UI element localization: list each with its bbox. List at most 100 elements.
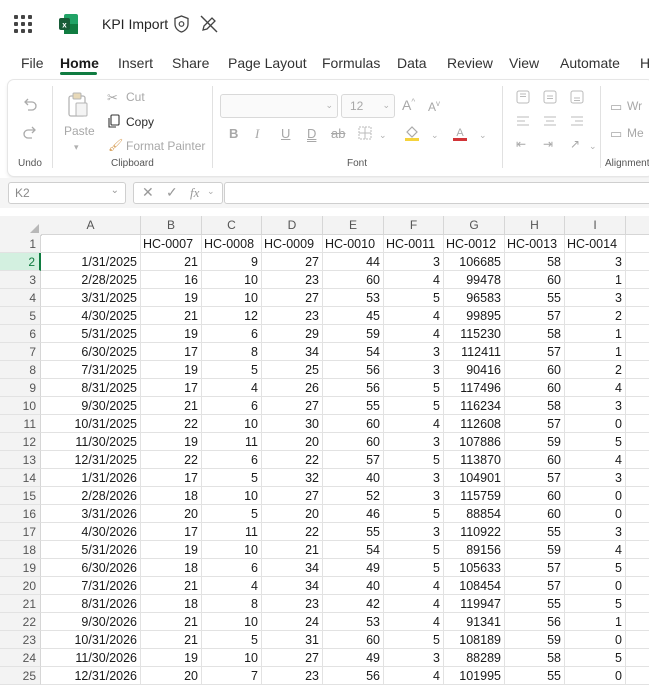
table-cell[interactable]: 99895 [444,307,505,325]
table-cell[interactable]: 5 [384,559,444,577]
tab-home[interactable]: Home [60,55,99,71]
table-cell[interactable]: 5/31/2026 [41,541,141,559]
table-cell[interactable]: 89156 [444,541,505,559]
row-header[interactable]: 5 [0,307,41,325]
table-cell[interactable]: 23 [262,271,323,289]
table-cell[interactable]: 56 [505,613,565,631]
table-cell[interactable] [626,235,649,253]
table-cell[interactable]: 55 [323,523,384,541]
insert-function-button[interactable]: fx [190,185,199,201]
table-cell[interactable]: 7/31/2025 [41,361,141,379]
row-header[interactable]: 13 [0,451,41,469]
tab-view[interactable]: View [509,55,539,71]
table-cell[interactable]: 27 [262,253,323,271]
table-cell[interactable]: 10 [202,541,262,559]
table-cell[interactable]: 4 [384,325,444,343]
table-cell[interactable]: 10 [202,415,262,433]
table-cell[interactable]: 7/31/2026 [41,577,141,595]
table-cell[interactable]: 4 [384,595,444,613]
table-cell[interactable]: 18 [141,559,202,577]
double-underline-icon[interactable]: D [307,126,316,141]
table-cell[interactable] [626,307,649,325]
table-cell[interactable]: 4 [384,271,444,289]
table-cell[interactable]: 6 [202,559,262,577]
table-cell[interactable]: 1 [565,271,626,289]
table-cell[interactable]: 3 [565,253,626,271]
table-cell[interactable] [626,397,649,415]
table-cell[interactable]: 10 [202,271,262,289]
table-cell[interactable]: 5 [384,631,444,649]
table-cell[interactable]: 113870 [444,451,505,469]
table-cell[interactable]: 22 [262,523,323,541]
header-cell[interactable] [41,235,141,253]
table-cell[interactable]: 40 [323,469,384,487]
column-header-a[interactable]: A [41,216,141,235]
table-cell[interactable]: 59 [505,631,565,649]
table-cell[interactable]: 60 [323,631,384,649]
font-color-dropdown-icon[interactable]: ⌄ [479,130,487,141]
table-cell[interactable]: 57 [505,343,565,361]
table-cell[interactable]: 101995 [444,667,505,685]
table-cell[interactable]: 19 [141,325,202,343]
table-cell[interactable]: 6/30/2025 [41,343,141,361]
table-cell[interactable]: 60 [505,505,565,523]
tab-formulas[interactable]: Formulas [322,55,380,71]
paste-icon[interactable] [67,92,89,118]
table-cell[interactable]: 5 [202,505,262,523]
row-header[interactable]: 25 [0,667,41,685]
table-cell[interactable]: 56 [323,667,384,685]
table-cell[interactable] [626,361,649,379]
align-center-icon[interactable] [543,114,557,128]
row-header[interactable]: 20 [0,577,41,595]
row-header[interactable]: 11 [0,415,41,433]
fill-color-dropdown-icon[interactable]: ⌄ [431,130,439,141]
table-cell[interactable]: 21 [262,541,323,559]
table-cell[interactable]: 117496 [444,379,505,397]
table-cell[interactable]: 23 [262,667,323,685]
table-cell[interactable]: 34 [262,343,323,361]
column-header-e[interactable]: E [323,216,384,235]
table-cell[interactable]: 60 [505,487,565,505]
bold-icon[interactable]: B [229,126,238,141]
table-cell[interactable]: 9 [202,253,262,271]
table-cell[interactable] [626,253,649,271]
tab-automate[interactable]: Automate [560,55,620,71]
table-cell[interactable]: 10 [202,487,262,505]
table-cell[interactable]: 18 [141,487,202,505]
table-cell[interactable]: 27 [262,289,323,307]
table-cell[interactable]: 12/31/2026 [41,667,141,685]
table-cell[interactable]: 49 [323,649,384,667]
table-cell[interactable]: 58 [505,253,565,271]
table-cell[interactable]: 57 [505,469,565,487]
formula-input[interactable] [224,182,649,204]
table-cell[interactable]: 3 [565,397,626,415]
table-cell[interactable]: 58 [505,397,565,415]
table-cell[interactable]: 4 [565,451,626,469]
tab-page-layout[interactable]: Page Layout [228,55,307,71]
table-cell[interactable] [626,505,649,523]
table-cell[interactable]: 32 [262,469,323,487]
table-cell[interactable]: 2/28/2026 [41,487,141,505]
table-cell[interactable]: 53 [323,613,384,631]
table-cell[interactable]: 3/31/2025 [41,289,141,307]
table-cell[interactable]: 4 [384,415,444,433]
table-cell[interactable]: 3/31/2026 [41,505,141,523]
align-top-icon[interactable] [516,90,530,104]
table-cell[interactable]: 3 [384,361,444,379]
table-cell[interactable]: 60 [323,415,384,433]
table-cell[interactable]: 34 [262,577,323,595]
column-header-j[interactable] [626,216,649,235]
table-cell[interactable]: 49 [323,559,384,577]
table-cell[interactable]: 6 [202,451,262,469]
row-header[interactable]: 15 [0,487,41,505]
align-right-icon[interactable] [570,114,584,128]
table-cell[interactable]: 4 [565,379,626,397]
header-cell[interactable]: HC-0011 [384,235,444,253]
table-cell[interactable]: 57 [505,577,565,595]
table-cell[interactable]: 12/31/2025 [41,451,141,469]
table-cell[interactable]: 31 [262,631,323,649]
table-cell[interactable]: 10 [202,649,262,667]
table-cell[interactable]: 2 [565,307,626,325]
table-cell[interactable]: 5 [384,289,444,307]
table-cell[interactable]: 106685 [444,253,505,271]
